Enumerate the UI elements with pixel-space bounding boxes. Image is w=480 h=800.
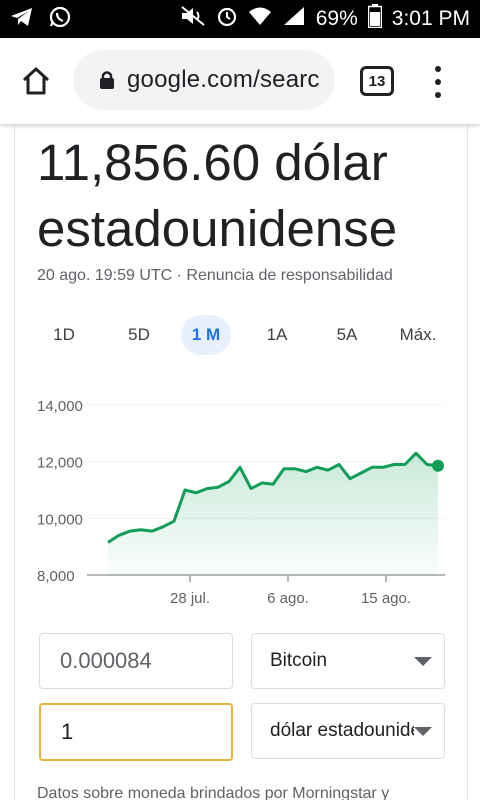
converted-value-line2: estadounidense	[37, 200, 398, 257]
tab-max[interactable]: Máx.	[393, 315, 443, 355]
home-icon	[22, 67, 50, 95]
y-tick-label: 8,000	[37, 568, 75, 585]
timestamp-disclaimer[interactable]: 20 ago. 19:59 UTC · Renuncia de responsa…	[37, 267, 393, 285]
status-bar: 69% 3:01 PM	[0, 0, 480, 38]
browser-toolbar: google.com/searc 13	[0, 38, 480, 124]
clock: 3:01 PM	[391, 7, 470, 30]
x-tick-label: 28 jul.	[170, 590, 210, 607]
chart-area	[108, 453, 438, 575]
mute-icon	[180, 5, 206, 33]
chevron-down-icon	[414, 726, 432, 736]
dot-icon	[435, 92, 441, 98]
alarm-icon	[216, 5, 238, 33]
dot-icon	[435, 79, 441, 85]
tab-5a[interactable]: 5A	[329, 315, 365, 355]
to-currency-select[interactable]: dólar estadounidense	[251, 703, 445, 759]
price-chart[interactable]: 14,000 12,000 10,000 8,000 28 jul. 6 ago. 15 …	[15, 380, 469, 620]
telegram-icon	[10, 6, 34, 33]
x-tick-label: 15 ago.	[361, 590, 411, 607]
range-tabs: 1D 5D 1 M 1A 5A Máx.	[35, 315, 455, 357]
currency-card: 11,856.60 dólar estadounidense 20 ago. 1…	[14, 110, 468, 800]
lock-icon	[100, 71, 114, 89]
tab-switcher-button[interactable]: 13	[360, 66, 394, 96]
home-button[interactable]	[0, 38, 72, 124]
from-currency-value: Bitcoin	[270, 650, 328, 671]
y-tick-label: 12,000	[37, 455, 83, 472]
overflow-menu-button[interactable]	[420, 62, 456, 102]
from-currency-select[interactable]: Bitcoin	[251, 633, 445, 689]
tab-1a[interactable]: 1A	[259, 315, 295, 355]
converted-value: 11,856.60 dólar estadounidense	[37, 130, 457, 262]
battery-icon	[367, 4, 383, 34]
tab-5d[interactable]: 5D	[119, 315, 159, 355]
x-tick-label: 6 ago.	[267, 590, 309, 607]
y-tick-label: 10,000	[37, 511, 83, 528]
from-amount-input[interactable]: 0.000084	[39, 633, 233, 689]
to-currency-value: dólar estadounidense	[270, 720, 414, 741]
dot-icon	[435, 66, 441, 72]
battery-percent: 69%	[315, 7, 358, 30]
tab-1m[interactable]: 1 M	[181, 315, 231, 355]
chevron-down-icon	[414, 656, 432, 666]
converted-value-line1: 11,856.60 dólar	[37, 134, 388, 191]
url-text: google.com/searc	[127, 66, 320, 93]
to-amount-input[interactable]: 1	[39, 703, 233, 761]
from-amount-value: 0.000084	[60, 648, 152, 673]
chart-last-point	[432, 459, 444, 472]
data-source-note: Datos sobre moneda brindados por Morning…	[37, 785, 390, 800]
wifi-icon	[248, 5, 272, 33]
y-tick-label: 14,000	[37, 398, 83, 415]
url-bar[interactable]: google.com/searc	[73, 50, 335, 110]
to-amount-value: 1	[61, 719, 74, 744]
signal-icon	[282, 5, 306, 33]
tab-1d[interactable]: 1D	[47, 315, 81, 355]
whatsapp-icon	[48, 5, 72, 34]
